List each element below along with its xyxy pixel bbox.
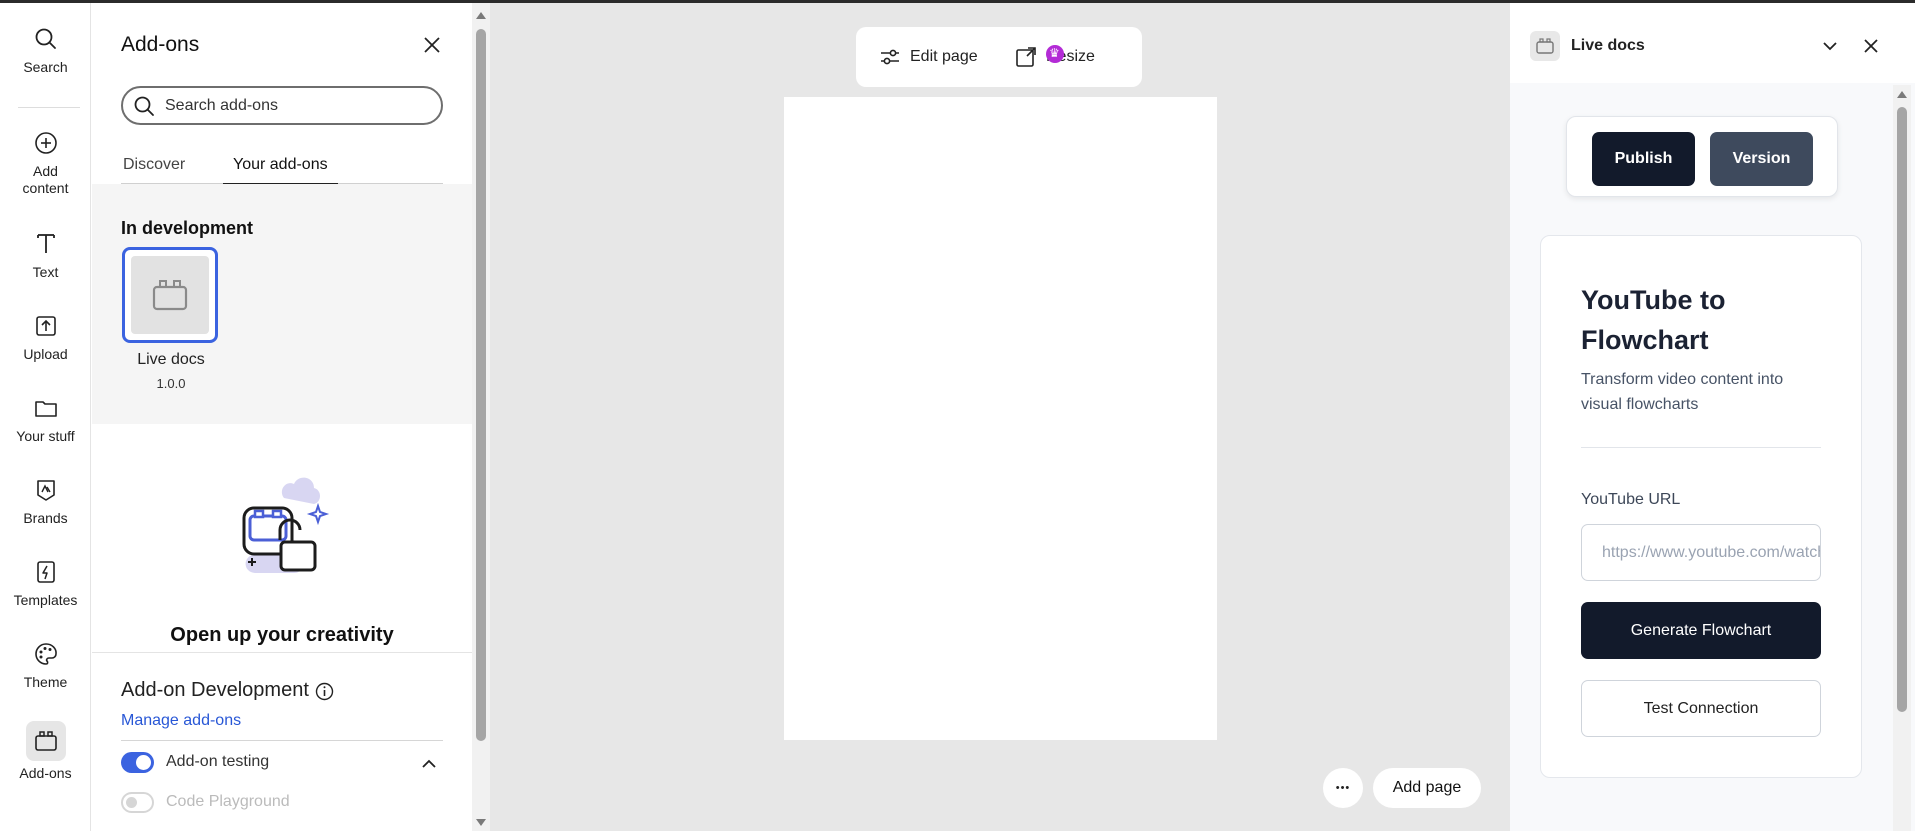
rail-item-your-stuff[interactable]: Your stuff [0, 394, 91, 445]
youtube-url-label: YouTube URL [1581, 491, 1681, 508]
search-icon [32, 25, 60, 53]
rail-item-label: Text [32, 264, 59, 280]
youtube-flowchart-card: YouTube to Flowchart Transform video con… [1540, 235, 1862, 778]
close-icon[interactable] [418, 31, 446, 59]
rail-item-add-content[interactable]: Add content [0, 129, 91, 197]
addons-icon [25, 721, 66, 761]
edit-page-button[interactable]: Edit page [878, 45, 988, 69]
addon-card-live-docs[interactable] [122, 247, 218, 343]
left-rail: Search Add content Text Upload Your stuf… [0, 3, 91, 831]
live-docs-header: Live docs [1510, 3, 1915, 83]
youtube-url-input[interactable] [1581, 524, 1821, 581]
live-docs-panel: Live docs Publish Version YouTube to Flo… [1510, 3, 1915, 831]
rail-item-label: Your stuff [16, 428, 75, 444]
info-icon[interactable] [315, 682, 334, 701]
canvas-area: Edit page Resize ••• Add page [490, 3, 1510, 831]
rail-item-templates[interactable]: Templates [0, 558, 91, 609]
development-title: Add-on Development [121, 679, 309, 701]
scroll-up-icon[interactable] [476, 12, 486, 19]
add-page-button[interactable]: Add page [1373, 768, 1481, 808]
rail-item-label: Add-ons [19, 765, 72, 781]
rail-item-label: Upload [23, 346, 68, 362]
folder-icon [32, 394, 60, 422]
add-on-testing-toggle[interactable] [121, 752, 154, 773]
addon-name: Live docs [137, 351, 205, 368]
more-options-button[interactable]: ••• [1323, 768, 1363, 808]
publish-button[interactable]: Publish [1592, 132, 1695, 186]
live-docs-title: Live docs [1571, 37, 1645, 54]
tab-your-add-ons[interactable]: Your add-ons [223, 156, 338, 185]
premium-crown-icon [1046, 41, 1064, 65]
rail-item-add-ons[interactable]: Add-ons [0, 721, 91, 782]
toggle-label: Code Playground [166, 793, 290, 810]
templates-icon [32, 558, 60, 586]
brand-icon [32, 476, 60, 504]
version-button[interactable]: Version [1710, 132, 1813, 186]
code-playground-toggle[interactable] [121, 792, 154, 813]
search-icon [133, 95, 155, 117]
addons-icon [152, 280, 188, 311]
generate-flowchart-button[interactable]: Generate Flowchart [1581, 602, 1821, 659]
rail-item-brands[interactable]: Brands [0, 476, 91, 527]
test-connection-button[interactable]: Test Connection [1581, 680, 1821, 737]
panel-scrollbar[interactable] [472, 3, 490, 831]
rail-item-label: Theme [23, 674, 68, 690]
plus-circle-icon [32, 129, 60, 157]
card-subtitle: Transform video content into visual flow… [1581, 371, 1784, 413]
rail-item-label: Brands [23, 510, 68, 526]
addons-panel: Add-ons Discover Your add-ons In develop… [92, 3, 472, 831]
in-development-section: In development Live docs 1.0.0 [92, 184, 472, 424]
document-page[interactable] [784, 97, 1217, 740]
scroll-up-icon[interactable] [1897, 91, 1907, 98]
addons-icon [1530, 31, 1560, 61]
card-title: YouTube to Flowchart [1581, 285, 1726, 355]
text-icon [32, 230, 60, 258]
addons-tabs: Discover Your add-ons [121, 153, 443, 185]
scroll-thumb[interactable] [1897, 107, 1907, 712]
search-input[interactable] [165, 94, 435, 118]
search-box [121, 86, 443, 125]
close-icon[interactable] [1860, 35, 1882, 57]
resize-button[interactable]: Resize [1014, 41, 1124, 69]
rail-item-label: Add content [22, 163, 69, 196]
scroll-down-icon[interactable] [476, 819, 486, 826]
chevron-down-icon[interactable] [1819, 35, 1841, 57]
publish-card: Publish Version [1566, 116, 1838, 197]
addon-development-box: Add-on Development Manage add-ons Add-on… [92, 652, 472, 831]
tab-discover[interactable]: Discover [123, 156, 185, 184]
section-heading: In development [121, 218, 254, 238]
edit-page-label: Edit page [910, 48, 978, 65]
page-toolbar: Edit page Resize [856, 27, 1142, 87]
sliders-icon [881, 49, 899, 65]
resize-icon [1016, 47, 1036, 67]
palette-icon [32, 640, 60, 668]
promo-heading: Open up your creativity [170, 624, 394, 646]
upload-icon [32, 312, 60, 340]
rail-item-label: Templates [13, 592, 78, 608]
divider [121, 740, 443, 741]
addon-thumbnail [131, 256, 209, 334]
rail-item-search[interactable]: Search [0, 25, 91, 76]
rail-item-label: Search [23, 59, 68, 75]
panel-title: Add-ons [121, 33, 200, 56]
rail-item-text[interactable]: Text [0, 230, 91, 281]
unlock-illustration-icon [242, 477, 330, 573]
live-docs-scrollbar[interactable] [1893, 85, 1911, 831]
scroll-thumb[interactable] [476, 29, 486, 741]
rail-divider [18, 107, 80, 108]
rail-item-theme[interactable]: Theme [0, 640, 91, 691]
addon-version: 1.0.0 [156, 376, 186, 391]
manage-add-ons-link[interactable]: Manage add-ons [121, 712, 241, 730]
rail-item-upload[interactable]: Upload [0, 312, 91, 363]
toggle-label: Add-on testing [166, 753, 270, 770]
divider [1581, 447, 1821, 448]
chevron-up-icon[interactable] [419, 754, 439, 774]
